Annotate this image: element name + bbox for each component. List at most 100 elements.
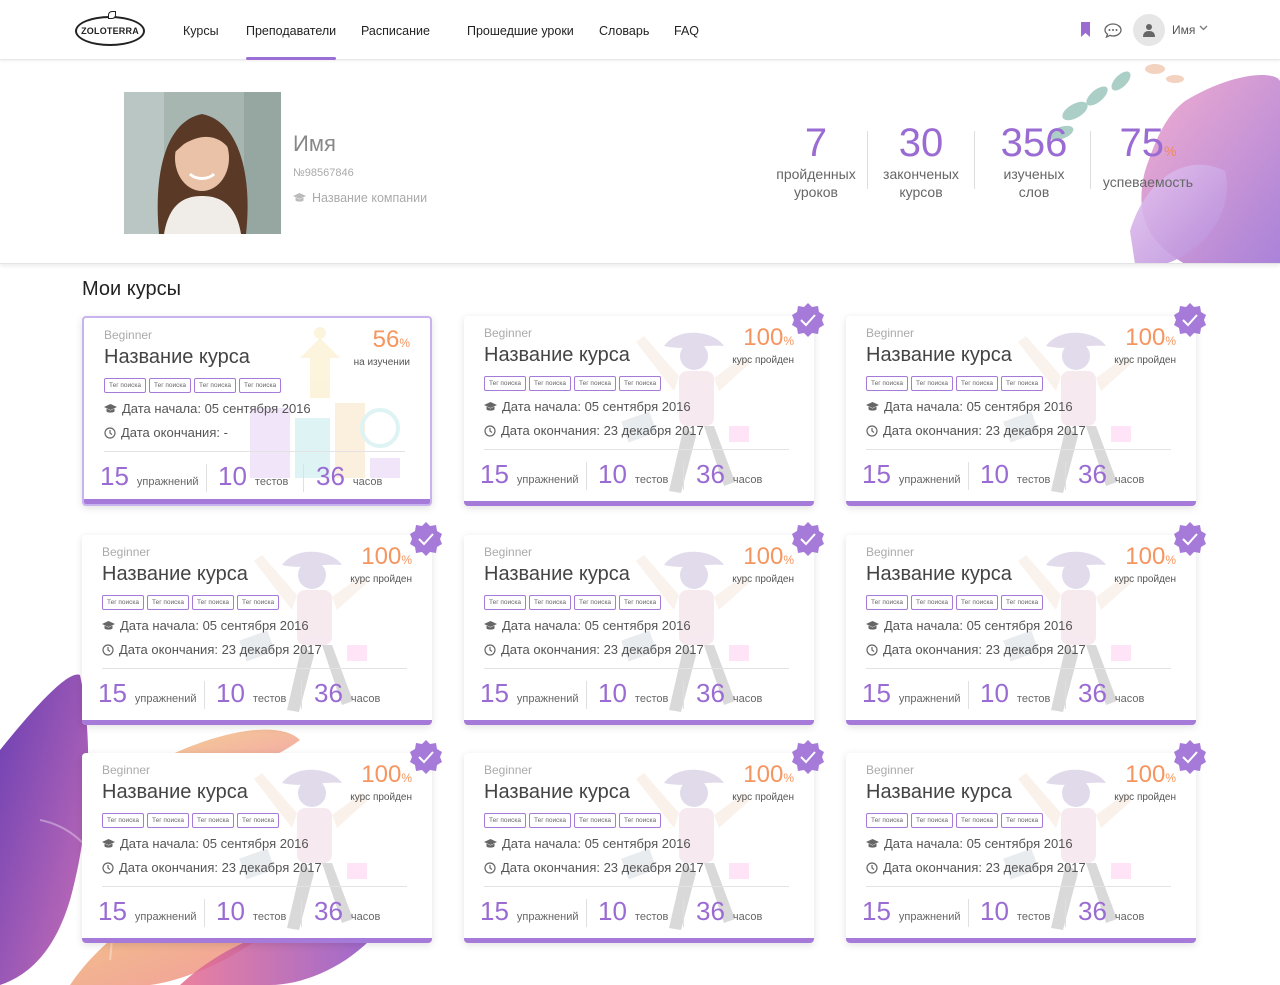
search-tag[interactable]: Тег поиска (192, 813, 235, 828)
search-tag[interactable]: Тег поиска (911, 813, 954, 828)
search-tag[interactable]: Тег поиска (956, 376, 999, 391)
search-tag[interactable]: Тег поиска (1001, 595, 1044, 610)
search-tag[interactable]: Тег поиска (911, 376, 954, 391)
search-tag[interactable]: Тег поиска (866, 813, 909, 828)
search-tag[interactable]: Тег поиска (484, 813, 527, 828)
course-title[interactable]: Название курса (102, 563, 248, 586)
search-tag[interactable]: Тег поиска (239, 378, 282, 393)
search-tag[interactable]: Тег поиска (574, 376, 617, 391)
card-divider (484, 668, 789, 669)
course-title[interactable]: Название курса (484, 781, 630, 804)
course-title[interactable]: Название курса (866, 344, 1012, 367)
search-tag[interactable]: Тег поиска (911, 595, 954, 610)
end-date-text: Дата окончания: - (121, 425, 228, 440)
search-tag[interactable]: Тег поиска (956, 813, 999, 828)
tests-count: 10 (216, 678, 245, 708)
nav-item-courses[interactable]: Курсы (183, 0, 219, 60)
course-card[interactable]: Beginner Название курса 100% курс пройде… (846, 753, 1196, 943)
course-card[interactable]: Beginner Название курса 100% курс пройде… (846, 535, 1196, 725)
tests-label: тестов (252, 693, 287, 705)
progress-value: 100 (743, 324, 784, 351)
progress-status: курс пройден (350, 792, 412, 803)
chat-icon[interactable] (1104, 23, 1122, 38)
chevron-down-icon[interactable] (1199, 25, 1208, 31)
search-tag[interactable]: Тег поиска (192, 595, 235, 610)
tests-label: тестов (254, 476, 289, 488)
clock-icon (102, 643, 114, 656)
search-tag[interactable]: Тег поиска (484, 376, 527, 391)
course-title[interactable]: Название курса (102, 781, 248, 804)
course-card[interactable]: Beginner Название курса 100% курс пройде… (464, 316, 814, 506)
search-tag[interactable]: Тег поиска (102, 813, 145, 828)
metric-exercises: 15 упражнений (100, 461, 199, 492)
course-tags: Тег поиска Тег поиска Тег поиска Тег поиска (104, 378, 282, 393)
metric-hours: 36 часов (316, 461, 382, 492)
search-tag[interactable]: Тег поиска (147, 813, 190, 828)
progress-status: курс пройден (1114, 574, 1176, 585)
stat-words: 356 изученых слов (990, 121, 1078, 201)
search-tag[interactable]: Тег поиска (1001, 813, 1044, 828)
exercises-count: 15 (862, 678, 891, 708)
bookmark-icon[interactable] (1080, 22, 1091, 37)
search-tag[interactable]: Тег поиска (149, 378, 192, 393)
course-card[interactable]: Beginner Название курса 100% курс пройде… (846, 316, 1196, 506)
course-start-date: Дата начала: 05 сентября 2016 (484, 399, 691, 414)
course-progress: 100% курс пройден (350, 543, 412, 585)
course-card[interactable]: Beginner Название курса 100% курс пройде… (464, 535, 814, 725)
course-title[interactable]: Название курса (866, 781, 1012, 804)
search-tag[interactable]: Тег поиска (147, 595, 190, 610)
hours-count: 36 (696, 896, 725, 926)
search-tag[interactable]: Тег поиска (237, 813, 280, 828)
start-date-text: Дата начала: 05 сентября 2016 (502, 399, 691, 414)
course-card[interactable]: Beginner Название курса 56% на изучении … (82, 316, 432, 506)
course-title[interactable]: Название курса (104, 346, 250, 369)
search-tag[interactable]: Тег поиска (866, 595, 909, 610)
nav-item-teachers[interactable]: Преподаватели (246, 0, 337, 60)
course-card[interactable]: Beginner Название курса 100% курс пройде… (82, 753, 432, 943)
nav-item-schedule[interactable]: Расписание (361, 0, 430, 60)
course-title[interactable]: Название курса (484, 344, 630, 367)
exercises-label: упражнений (516, 911, 579, 923)
course-level: Beginner (102, 763, 151, 777)
search-tag[interactable]: Тег поиска (574, 813, 617, 828)
course-card[interactable]: Beginner Название курса 100% курс пройде… (464, 753, 814, 943)
zoloterra-logo[interactable]: ZOLOTERRA (75, 11, 145, 46)
course-card[interactable]: Beginner Название курса 100% курс пройде… (82, 535, 432, 725)
search-tag[interactable]: Тег поиска (237, 595, 280, 610)
hours-label: часов (732, 693, 763, 705)
metric-exercises: 15 упражнений (98, 896, 197, 927)
graduation-cap-icon (866, 401, 879, 411)
search-tag[interactable]: Тег поиска (619, 376, 662, 391)
user-avatar-button[interactable] (1133, 14, 1165, 46)
user-name-label[interactable]: Имя (1172, 23, 1195, 37)
metric-divider (683, 681, 684, 709)
course-title[interactable]: Название курса (484, 563, 630, 586)
progress-status: курс пройден (1114, 792, 1176, 803)
completed-badge-icon (792, 522, 824, 556)
search-tag[interactable]: Тег поиска (956, 595, 999, 610)
course-title[interactable]: Название курса (866, 563, 1012, 586)
search-tag[interactable]: Тег поиска (574, 595, 617, 610)
nav-item-dictionary[interactable]: Словарь (599, 0, 649, 60)
nav-item-faq[interactable]: FAQ (674, 0, 699, 60)
hours-count: 36 (1078, 678, 1107, 708)
metric-tests: 10 тестов (980, 896, 1050, 927)
hours-label: часов (732, 911, 763, 923)
metric-divider (1065, 681, 1066, 709)
search-tag[interactable]: Тег поиска (194, 378, 237, 393)
search-tag[interactable]: Тег поиска (1001, 376, 1044, 391)
search-tag[interactable]: Тег поиска (619, 813, 662, 828)
search-tag[interactable]: Тег поиска (104, 378, 147, 393)
search-tag[interactable]: Тег поиска (866, 376, 909, 391)
search-tag[interactable]: Тег поиска (529, 813, 572, 828)
course-level: Beginner (866, 763, 915, 777)
search-tag[interactable]: Тег поиска (619, 595, 662, 610)
nav-item-past-lessons[interactable]: Прошедшие уроки (467, 0, 574, 60)
search-tag[interactable]: Тег поиска (529, 595, 572, 610)
stat-lessons-value: 7 (804, 121, 828, 165)
search-tag[interactable]: Тег поиска (529, 376, 572, 391)
search-tag[interactable]: Тег поиска (484, 595, 527, 610)
search-tag[interactable]: Тег поиска (102, 595, 145, 610)
end-date-text: Дата окончания: 23 декабря 2017 (119, 642, 322, 657)
card-bottom-bar (464, 501, 814, 506)
